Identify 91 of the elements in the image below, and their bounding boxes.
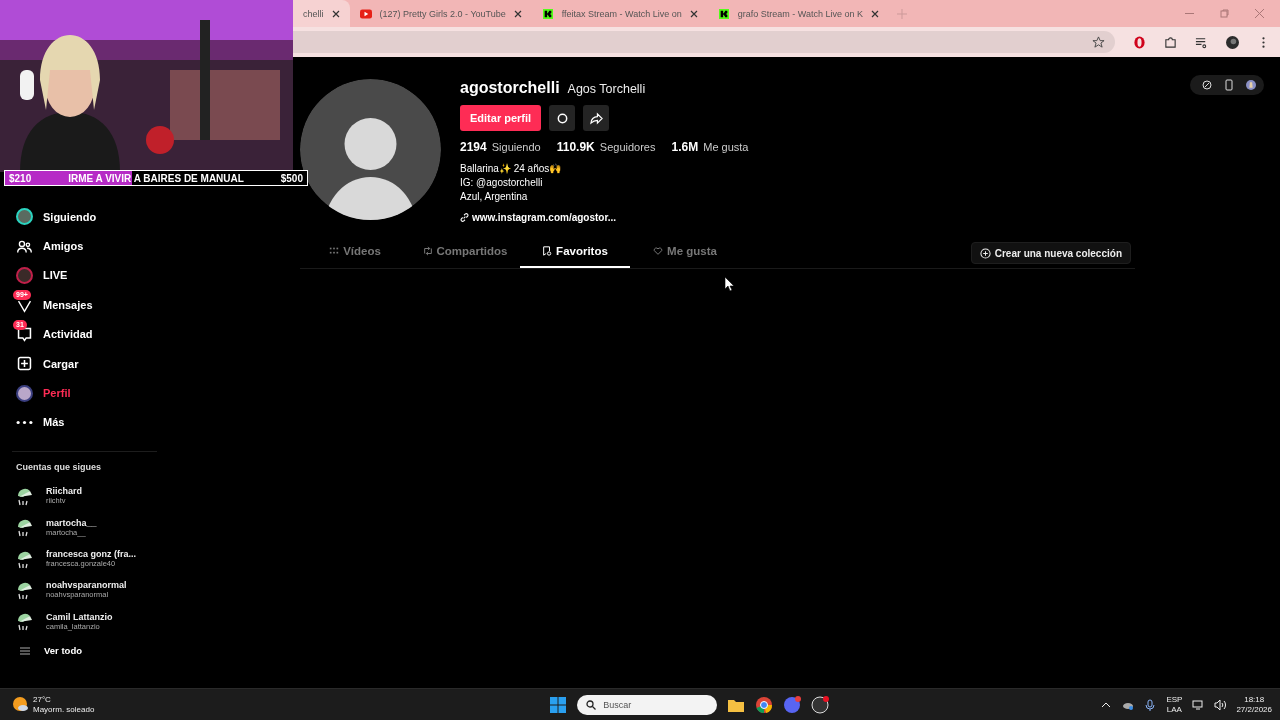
o-logo-icon[interactable]	[1133, 35, 1146, 49]
layout-text[interactable]: LAA	[1166, 704, 1182, 715]
sidebar-item[interactable]: Amigos	[0, 231, 293, 261]
browser-tab[interactable]: ffeitax Stream - Watch Live on	[531, 0, 708, 27]
account-name[interactable]: noahvsparanormal	[46, 580, 127, 591]
weather-text: Mayorm. soleado	[33, 704, 95, 715]
plus-circle-icon	[979, 247, 991, 259]
share-button[interactable]	[583, 105, 610, 131]
profile-tab[interactable]: Compartidos	[410, 236, 520, 268]
section-title: Cuentas que sigues	[15, 461, 103, 475]
bio-line: IG: @agostorchelli	[460, 176, 544, 190]
goal-title: IRME A VIVIR A BAIRES DE MANUAL	[68, 172, 244, 184]
network-icon[interactable]	[1192, 698, 1205, 711]
bio-line: Azul, Argentina	[460, 190, 529, 204]
profile-avatar-icon[interactable]	[1226, 35, 1239, 49]
settings-icon	[555, 111, 569, 125]
display-name: Agos Torchelli	[567, 82, 646, 96]
chat-app-icon[interactable]	[783, 695, 802, 714]
phone-icon[interactable]	[1224, 79, 1234, 91]
search-field[interactable]: Buscar	[577, 694, 718, 715]
avatar-icon	[16, 208, 33, 226]
weather-icon[interactable]	[12, 696, 29, 713]
account-name[interactable]: martocha__	[46, 517, 97, 528]
star-icon[interactable]	[1092, 35, 1105, 49]
settings-button[interactable]	[549, 105, 576, 131]
close-icon[interactable]	[689, 9, 698, 18]
tab-title: chelli	[303, 8, 324, 19]
profile-tab[interactable]: Me gusta	[630, 236, 740, 268]
profile-avatar-icon[interactable]	[1246, 79, 1256, 91]
play-icon	[359, 8, 372, 19]
start-icon[interactable]	[549, 695, 568, 714]
account-name[interactable]: francesca gonz (fra...	[46, 549, 137, 560]
k-logo-icon	[717, 8, 730, 19]
stat-text: 110.9K Seguidores	[556, 140, 656, 154]
edit-profile-button[interactable]: Editar perfil	[460, 105, 542, 131]
current-amount: $210	[9, 172, 32, 184]
stat-text: 2194 Siguiendo	[460, 140, 541, 154]
grid-icon	[329, 246, 340, 256]
sidebar-item[interactable]: Más	[0, 407, 293, 438]
account-name[interactable]: Riichard	[46, 486, 82, 497]
tab-title: grafo Stream - Watch Live on K	[737, 8, 864, 19]
account-avatar-icon[interactable]	[16, 611, 34, 632]
close-icon[interactable]	[331, 9, 340, 18]
close-icon[interactable]	[513, 9, 522, 18]
clock-date[interactable]: 27/2/2026	[1236, 704, 1272, 715]
plus-icon	[16, 355, 33, 373]
bio-line: Ballarina✨ 24 años🙌	[460, 162, 563, 176]
goal-amount: $500	[280, 172, 303, 184]
account-avatar-icon[interactable]	[16, 580, 34, 600]
search-icon	[586, 699, 597, 710]
k-logo-icon	[541, 8, 554, 19]
sidebar-item[interactable]: LIVE	[0, 260, 293, 291]
browser-tab[interactable]: chelli	[293, 0, 350, 27]
avatar-icon	[16, 266, 33, 284]
share-icon	[589, 111, 603, 125]
browser-icon[interactable]	[755, 695, 774, 714]
list-icon	[20, 645, 30, 656]
recording-app-icon[interactable]	[811, 695, 830, 714]
username: agostorchelli	[460, 79, 560, 97]
profile-tab[interactable]: Favoritos	[520, 236, 630, 268]
language-text[interactable]: ESP	[1166, 694, 1183, 705]
tab-title: ffeitax Stream - Watch Live on	[561, 8, 682, 19]
more-icon	[16, 419, 33, 425]
browser-tab[interactable]: (127) Pretty Girls 2.0 - YouTube	[349, 0, 532, 27]
new-collection-button[interactable]: Crear una nueva colección	[970, 242, 1131, 264]
avatar-icon	[16, 384, 33, 402]
close-icon[interactable]	[871, 9, 880, 18]
compass-icon[interactable]	[1202, 79, 1212, 91]
heart-icon	[653, 246, 664, 256]
inbox-icon	[16, 325, 33, 343]
tab-title: (127) Pretty Girls 2.0 - YouTube	[379, 8, 506, 19]
puzzle-icon[interactable]	[1164, 35, 1177, 49]
sidebar-item[interactable]: Cargar	[0, 348, 293, 379]
cursor-icon	[725, 277, 734, 291]
link-icon	[460, 213, 469, 222]
bookmark-icon	[542, 246, 553, 256]
volume-icon[interactable]	[1214, 698, 1227, 711]
account-avatar-icon[interactable]	[16, 517, 34, 538]
sidebar-item[interactable]: Siguiendo	[0, 202, 293, 232]
microphone-icon[interactable]	[1144, 698, 1157, 711]
clock-time[interactable]: 18:18	[1244, 694, 1265, 705]
browser-tab[interactable]: grafo Stream - Watch Live on K	[707, 0, 890, 27]
see-all-link[interactable]: Ver todo	[44, 645, 82, 657]
media-icon[interactable]	[1195, 35, 1208, 49]
account-name[interactable]: Camil Lattanzio	[46, 611, 113, 622]
sidebar-item[interactable]: Perfil	[0, 378, 293, 408]
repost-icon	[422, 246, 433, 256]
temperature: 27°C	[33, 694, 52, 705]
profile-tab[interactable]: Vídeos	[300, 236, 410, 268]
profile-link[interactable]: www.instagram.com/agostor...	[472, 212, 617, 223]
stat-text: 1.6M Me gusta	[671, 140, 749, 154]
